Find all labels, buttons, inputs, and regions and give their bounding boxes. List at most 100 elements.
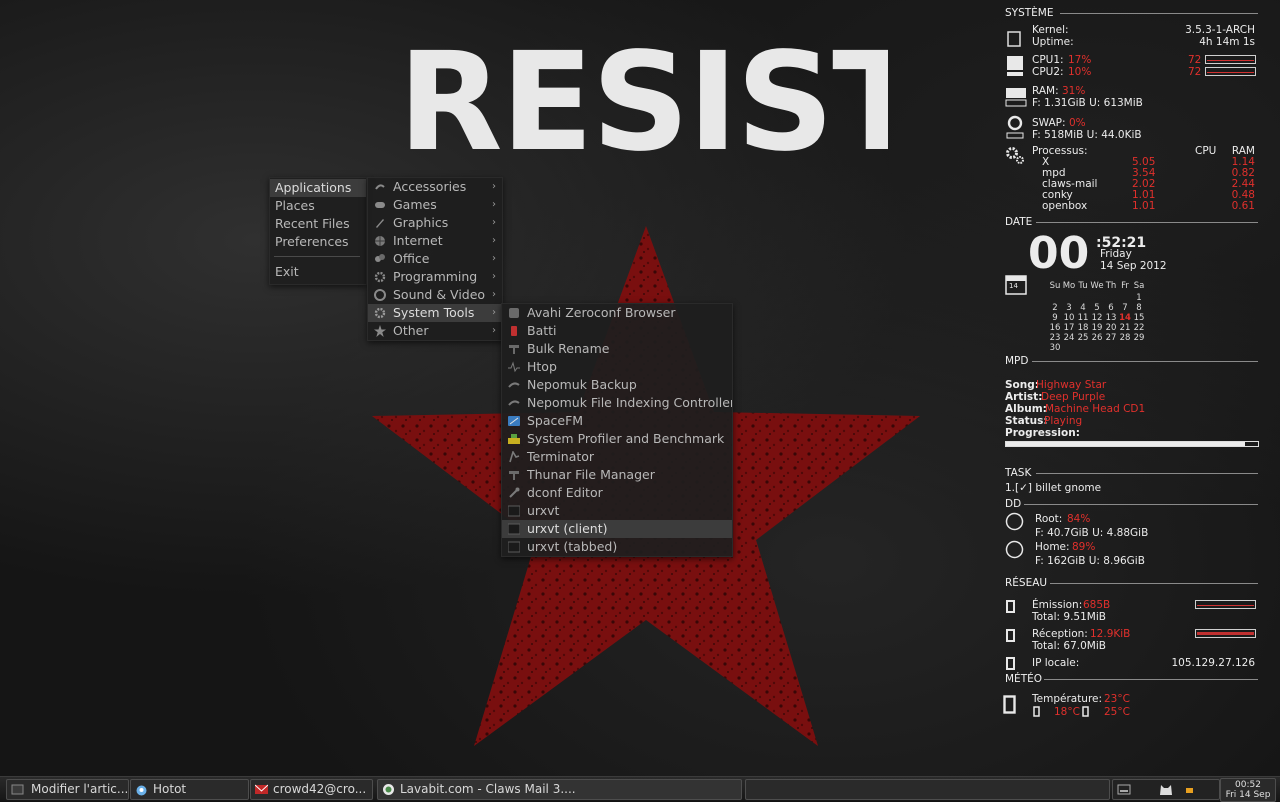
gear-icon: [374, 271, 386, 283]
menu-item-recent-files[interactable]: Recent Files: [270, 215, 366, 233]
menu-item-places[interactable]: Places: [270, 197, 366, 215]
calendar-grid: Su Mo Tu We Th Fr Sa 1 2 3 4 5 6 7 8 9 10 11 12 13 14 15 16 17 1…: [1040, 280, 1180, 356]
mpd-album: Machine Head CD1: [1045, 403, 1146, 415]
menu-item-spacefm[interactable]: SpaceFM: [502, 412, 732, 430]
terminator-icon: [509, 451, 520, 463]
temperature-low: 18°C: [1054, 706, 1080, 718]
office-icon: [375, 254, 385, 262]
menu-item-applications[interactable]: Applications: [270, 179, 366, 197]
menu-separator: [274, 256, 360, 257]
battery-icon: [511, 326, 517, 336]
menu-item-preferences[interactable]: Preferences: [270, 233, 366, 251]
divider: [1050, 583, 1258, 584]
net-down-total: Total: 67.0MiB: [1032, 640, 1106, 652]
task-button-claws-mail[interactable]: Lavabit.com - Claws Mail 3....: [377, 779, 742, 800]
menu-item-nepomuk-indexing[interactable]: Nepomuk File Indexing Controller: [502, 394, 732, 412]
net-up-graph: [1195, 600, 1256, 609]
cpu1-label: CPU1:: [1032, 54, 1064, 66]
mpd-progress-fill: [1006, 442, 1246, 446]
ram-detail: F: 1.31GiB U: 613MiB: [1032, 97, 1143, 109]
accessories-icon: [375, 184, 385, 190]
process-name: openbox: [1042, 200, 1088, 212]
tray-cat-icon[interactable]: [1159, 783, 1173, 796]
task-button-mail[interactable]: crowd42@cro...: [250, 779, 373, 800]
disk-root-detail: F: 40.7GiB U: 4.88GiB: [1035, 527, 1149, 539]
gear-icon: [374, 307, 386, 319]
mpd-song-label: Song:: [1005, 379, 1039, 391]
swap-value: 0%: [1069, 117, 1086, 129]
calendar-weekday: Sa: [1133, 281, 1145, 291]
thunar-icon: [509, 471, 519, 480]
mpd-status-label: Status:: [1005, 415, 1048, 427]
menu-item-system-tools[interactable]: System Tools ›: [368, 304, 502, 322]
calendar-weekday: Su: [1049, 281, 1061, 291]
menu-item-urxvt-tabbed[interactable]: urxvt (tabbed): [502, 538, 732, 556]
menu-item-thunar[interactable]: Thunar File Manager: [502, 466, 732, 484]
menu-item-games[interactable]: Games ›: [368, 196, 502, 214]
ram-label: RAM:: [1032, 85, 1059, 97]
menu-item-exit[interactable]: Exit: [270, 263, 366, 281]
window-icon: [11, 784, 24, 795]
menu-item-batti[interactable]: Batti: [502, 322, 732, 340]
mpd-song: Highway Star: [1036, 379, 1107, 391]
clock-full-date: 14 Sep 2012: [1100, 260, 1167, 272]
menu-item-dconf-editor[interactable]: dconf Editor: [502, 484, 732, 502]
battery-tray-icon[interactable]: [1185, 785, 1195, 794]
menu-item-avahi[interactable]: Avahi Zeroconf Browser: [502, 304, 732, 322]
divider: [1060, 13, 1258, 14]
menu-item-accessories[interactable]: Accessories ›: [368, 178, 502, 196]
uptime-label: Uptime:: [1032, 36, 1074, 48]
ip-value: 105.129.27.126: [1171, 657, 1256, 669]
applications-menu: Accessories › Games › Graphics › Internet › …: [367, 177, 503, 341]
swap-detail: F: 518MiB U: 44.0KiB: [1032, 129, 1142, 141]
clock[interactable]: 00:52 Fri 14 Sep: [1220, 778, 1276, 802]
calendar-day: 25: [1077, 333, 1089, 343]
disk-home-value: 89%: [1072, 541, 1096, 553]
process-cpu: 1.01: [1132, 200, 1156, 212]
profiler-icon: [508, 434, 520, 444]
spacefm-icon: [508, 416, 520, 426]
menu-item-other[interactable]: Other ›: [368, 322, 502, 340]
cpu2-label: CPU2:: [1032, 66, 1064, 78]
menu-item-graphics[interactable]: Graphics ›: [368, 214, 502, 232]
task-button-hotot[interactable]: Hotot: [130, 779, 249, 800]
mpd-artist: Deep Purple: [1041, 391, 1106, 403]
gears-icon: [1006, 147, 1024, 164]
menu-item-bulk-rename[interactable]: Bulk Rename: [502, 340, 732, 358]
section-heading-dd: DD: [1005, 498, 1022, 510]
disk-home-detail: F: 162GiB U: 8.96GiB: [1035, 555, 1145, 567]
cpu1-value: 17%: [1068, 54, 1092, 66]
hotot-icon: [136, 785, 147, 796]
menu-item-urxvt[interactable]: urxvt: [502, 502, 732, 520]
section-heading-task: TASK: [1005, 467, 1032, 479]
globe-icon: [375, 236, 385, 246]
menu-item-office[interactable]: Office ›: [368, 250, 502, 268]
menu-item-nepomuk-backup[interactable]: Nepomuk Backup: [502, 376, 732, 394]
mpd-artist-label: Artist:: [1005, 391, 1043, 403]
cpu1-temp: 72: [1188, 54, 1202, 66]
menu-item-terminator[interactable]: Terminator: [502, 448, 732, 466]
menu-item-urxvt-client[interactable]: urxvt (client): [502, 520, 732, 538]
process-ram: 0.61: [1231, 200, 1255, 212]
divider: [1024, 504, 1258, 505]
menu-item-system-profiler[interactable]: System Profiler and Benchmark: [502, 430, 732, 448]
task-slot-empty: [745, 779, 1110, 800]
system-tools-menu: Avahi Zeroconf Browser Batti Bulk Rename…: [501, 303, 733, 557]
divider: [1036, 222, 1258, 223]
menu-item-sound-video[interactable]: Sound & Video ›: [368, 286, 502, 304]
weather-icon: [1003, 695, 1016, 714]
disk-home-label: Home:: [1035, 541, 1070, 553]
cpu-icon: [1007, 56, 1023, 76]
root-menu: Applications Places Recent Files Prefere…: [269, 177, 367, 285]
brush-icon: [376, 219, 384, 228]
temperature-high: 25°C: [1104, 706, 1130, 718]
wrench-icon: [509, 487, 520, 498]
calendar-day: 30: [1049, 343, 1061, 353]
keyboard-icon[interactable]: [1117, 783, 1131, 796]
task-button-editor[interactable]: Modifier l'artic...: [6, 779, 129, 800]
clock-time: 00:52: [1235, 780, 1261, 790]
menu-item-htop[interactable]: Htop: [502, 358, 732, 376]
calendar-weekday: Mo: [1062, 281, 1076, 291]
menu-item-internet[interactable]: Internet ›: [368, 232, 502, 250]
menu-item-programming[interactable]: Programming ›: [368, 268, 502, 286]
